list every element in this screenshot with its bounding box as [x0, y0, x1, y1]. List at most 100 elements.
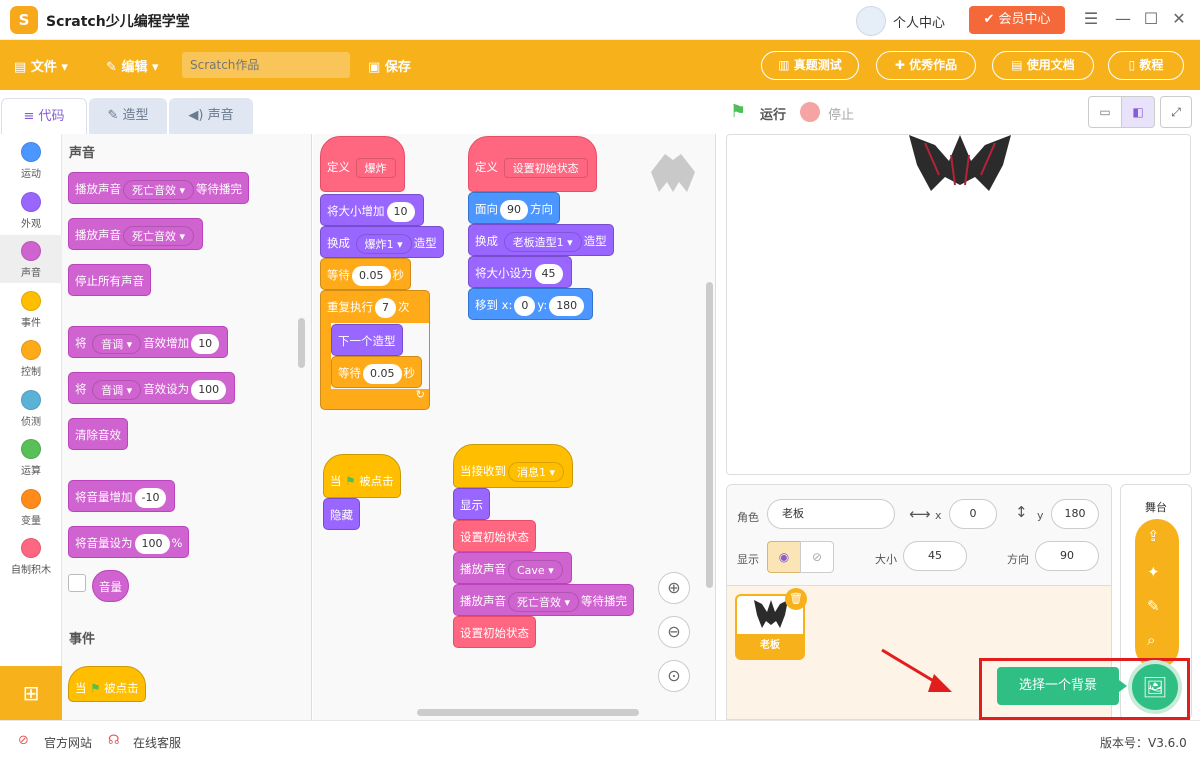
zoom-in-icon[interactable]: ⊕	[658, 572, 690, 604]
hide-block[interactable]: 隐藏	[323, 498, 360, 530]
tab-sound[interactable]: ◀) 声音	[169, 98, 253, 134]
clear-effects-block[interactable]: 清除音效	[68, 418, 128, 450]
choose-backdrop-button[interactable]: 🖼	[1128, 660, 1182, 714]
zoom-out-icon[interactable]: ⊖	[658, 616, 690, 648]
search-icon[interactable]: ⌕	[1147, 631, 1155, 649]
trash-icon[interactable]: 🗑	[785, 588, 807, 610]
costume-dropdown[interactable]: 老板造型1 ▾	[503, 231, 582, 252]
horizontal-scrollbar[interactable]	[417, 709, 639, 716]
value-input[interactable]: 90	[500, 199, 528, 220]
zoom-reset-icon[interactable]: ⊙	[658, 660, 690, 692]
effect-dropdown[interactable]: 音调 ▾	[92, 379, 142, 400]
value-input[interactable]: 100	[134, 533, 170, 554]
tutorial-button[interactable]: ▯ 教程	[1108, 51, 1184, 80]
surprise-icon[interactable]: ✦	[1147, 563, 1160, 581]
sound-dropdown[interactable]: Cave ▾	[508, 559, 563, 580]
category-item[interactable]: 外观	[0, 186, 62, 234]
vertical-scrollbar[interactable]	[706, 282, 713, 588]
tab-code[interactable]: ≡ 代码	[1, 98, 87, 134]
play-sound-block[interactable]: 播放声音 死亡音效 ▾	[68, 218, 204, 250]
play-sound-until-done-block[interactable]: 播放声音 死亡音效 ▾ 等待播完	[453, 584, 635, 616]
category-item[interactable]: 运算	[0, 433, 62, 481]
show-eye-icon[interactable]: ◉	[767, 541, 801, 573]
goto-xy-block[interactable]: 移到 x: 0 y: 180	[468, 288, 594, 320]
switch-costume-block[interactable]: 换成 爆炸1 ▾ 造型	[320, 226, 444, 258]
hide-eye-icon[interactable]: ⊘	[800, 541, 834, 573]
value-input[interactable]: -10	[134, 487, 167, 508]
play-sound-until-done-block[interactable]: 播放声音 死亡音效 ▾ 等待播完	[68, 172, 250, 204]
green-flag-icon[interactable]: ⚑	[730, 101, 746, 122]
set-size-block[interactable]: 将大小设为 45	[468, 256, 572, 288]
category-item[interactable]: 运动	[0, 136, 62, 184]
boss-sprite[interactable]	[905, 135, 1015, 193]
x-input[interactable]: 0	[949, 499, 997, 529]
set-volume-block[interactable]: 将音量设为 100%	[68, 526, 190, 558]
play-sound-block[interactable]: 播放声音 Cave ▾	[453, 552, 572, 584]
website-link[interactable]: 官方网站	[44, 734, 92, 751]
value-input[interactable]: 10	[386, 201, 415, 222]
value-input[interactable]: 0	[514, 295, 536, 316]
sound-dropdown[interactable]: 死亡音效 ▾	[508, 591, 580, 612]
palette-scrollbar[interactable]	[298, 318, 305, 368]
change-size-block[interactable]: 将大小增加 10	[320, 194, 424, 226]
size-input[interactable]: 45	[903, 541, 967, 571]
sound-dropdown[interactable]: 死亡音效 ▾	[123, 225, 195, 246]
message-dropdown[interactable]: 消息1 ▾	[508, 461, 565, 482]
small-stage-icon[interactable]: ▭	[1088, 96, 1122, 128]
costume-dropdown[interactable]: 爆炸1 ▾	[355, 233, 412, 254]
value-input[interactable]: 0.05	[363, 363, 402, 384]
change-volume-block[interactable]: 将音量增加 -10	[68, 480, 176, 512]
upload-icon[interactable]: ⇪	[1147, 527, 1160, 545]
point-direction-block[interactable]: 面向 90 方向	[468, 192, 560, 224]
call-init-block[interactable]: 设置初始状态	[453, 616, 536, 648]
choose-backdrop-tooltip[interactable]: 选择一个背景	[997, 667, 1119, 705]
project-name-input[interactable]	[182, 52, 350, 78]
call-init-block[interactable]: 设置初始状态	[453, 520, 536, 552]
effect-dropdown[interactable]: 音调 ▾	[92, 333, 142, 354]
file-menu[interactable]: ▤ 文件 ▾	[14, 56, 68, 75]
paint-icon[interactable]: ✎	[1147, 597, 1160, 615]
define-explode-block[interactable]: 定义 爆炸	[320, 136, 405, 192]
category-item[interactable]: 声音	[0, 235, 62, 283]
wait-block[interactable]: 等待 0.05 秒	[320, 258, 411, 290]
close-icon[interactable]: ✕	[1170, 10, 1188, 28]
sprite-name-input[interactable]: 老板	[767, 499, 895, 529]
when-flag-clicked-block[interactable]: 当 ⚑ 被点击	[68, 666, 146, 702]
sound-dropdown[interactable]: 死亡音效 ▾	[123, 179, 195, 200]
category-item[interactable]: 自制积木	[0, 532, 62, 580]
volume-checkbox[interactable]	[68, 574, 86, 592]
user-center-link[interactable]: 个人中心	[893, 12, 945, 31]
extension-button[interactable]: ⊞	[0, 666, 62, 720]
value-input[interactable]: 45	[534, 263, 563, 284]
category-item[interactable]: 变量	[0, 483, 62, 531]
edit-menu[interactable]: ✎ 编辑 ▾	[106, 56, 159, 75]
switch-costume-block[interactable]: 换成 老板造型1 ▾ 造型	[468, 224, 614, 256]
category-item[interactable]: 侦测	[0, 384, 62, 432]
stop-icon[interactable]	[800, 102, 820, 122]
wait-block[interactable]: 等待 0.05 秒	[331, 356, 422, 388]
direction-input[interactable]: 90	[1035, 541, 1099, 571]
stop-label[interactable]: 停止	[828, 104, 854, 123]
when-receive-block[interactable]: 当接收到 消息1 ▾	[453, 444, 574, 488]
when-flag-clicked-block[interactable]: 当 ⚑ 被点击	[323, 454, 401, 498]
code-workspace[interactable]: 定义 爆炸 将大小增加 10 换成 爆炸1 ▾ 造型 等待 0.05 秒 重复执行 7 次 …	[313, 134, 716, 720]
category-item[interactable]: 控制	[0, 334, 62, 382]
value-input[interactable]: 180	[549, 295, 585, 316]
minimize-icon[interactable]: —	[1114, 10, 1132, 28]
set-effect-block[interactable]: 将 音调 ▾ 音效设为 100	[68, 372, 236, 404]
category-item[interactable]: 事件	[0, 285, 62, 333]
support-link[interactable]: 在线客服	[133, 734, 181, 751]
stage-canvas[interactable]	[726, 134, 1191, 475]
value-input[interactable]: 100	[191, 379, 227, 400]
volume-reporter[interactable]: 音量	[92, 570, 129, 602]
menu-icon[interactable]: ☰	[1082, 10, 1100, 28]
avatar[interactable]	[856, 6, 886, 36]
y-input[interactable]: 180	[1051, 499, 1099, 529]
value-input[interactable]: 0.05	[352, 265, 391, 286]
tab-costume[interactable]: ✎ 造型	[89, 98, 167, 134]
fullscreen-icon[interactable]: ⤢	[1160, 96, 1192, 128]
define-init-block[interactable]: 定义 设置初始状态	[468, 136, 597, 192]
show-block[interactable]: 显示	[453, 488, 490, 520]
save-button[interactable]: ▣ 保存	[368, 56, 411, 75]
stop-all-sounds-block[interactable]: 停止所有声音	[68, 264, 151, 296]
